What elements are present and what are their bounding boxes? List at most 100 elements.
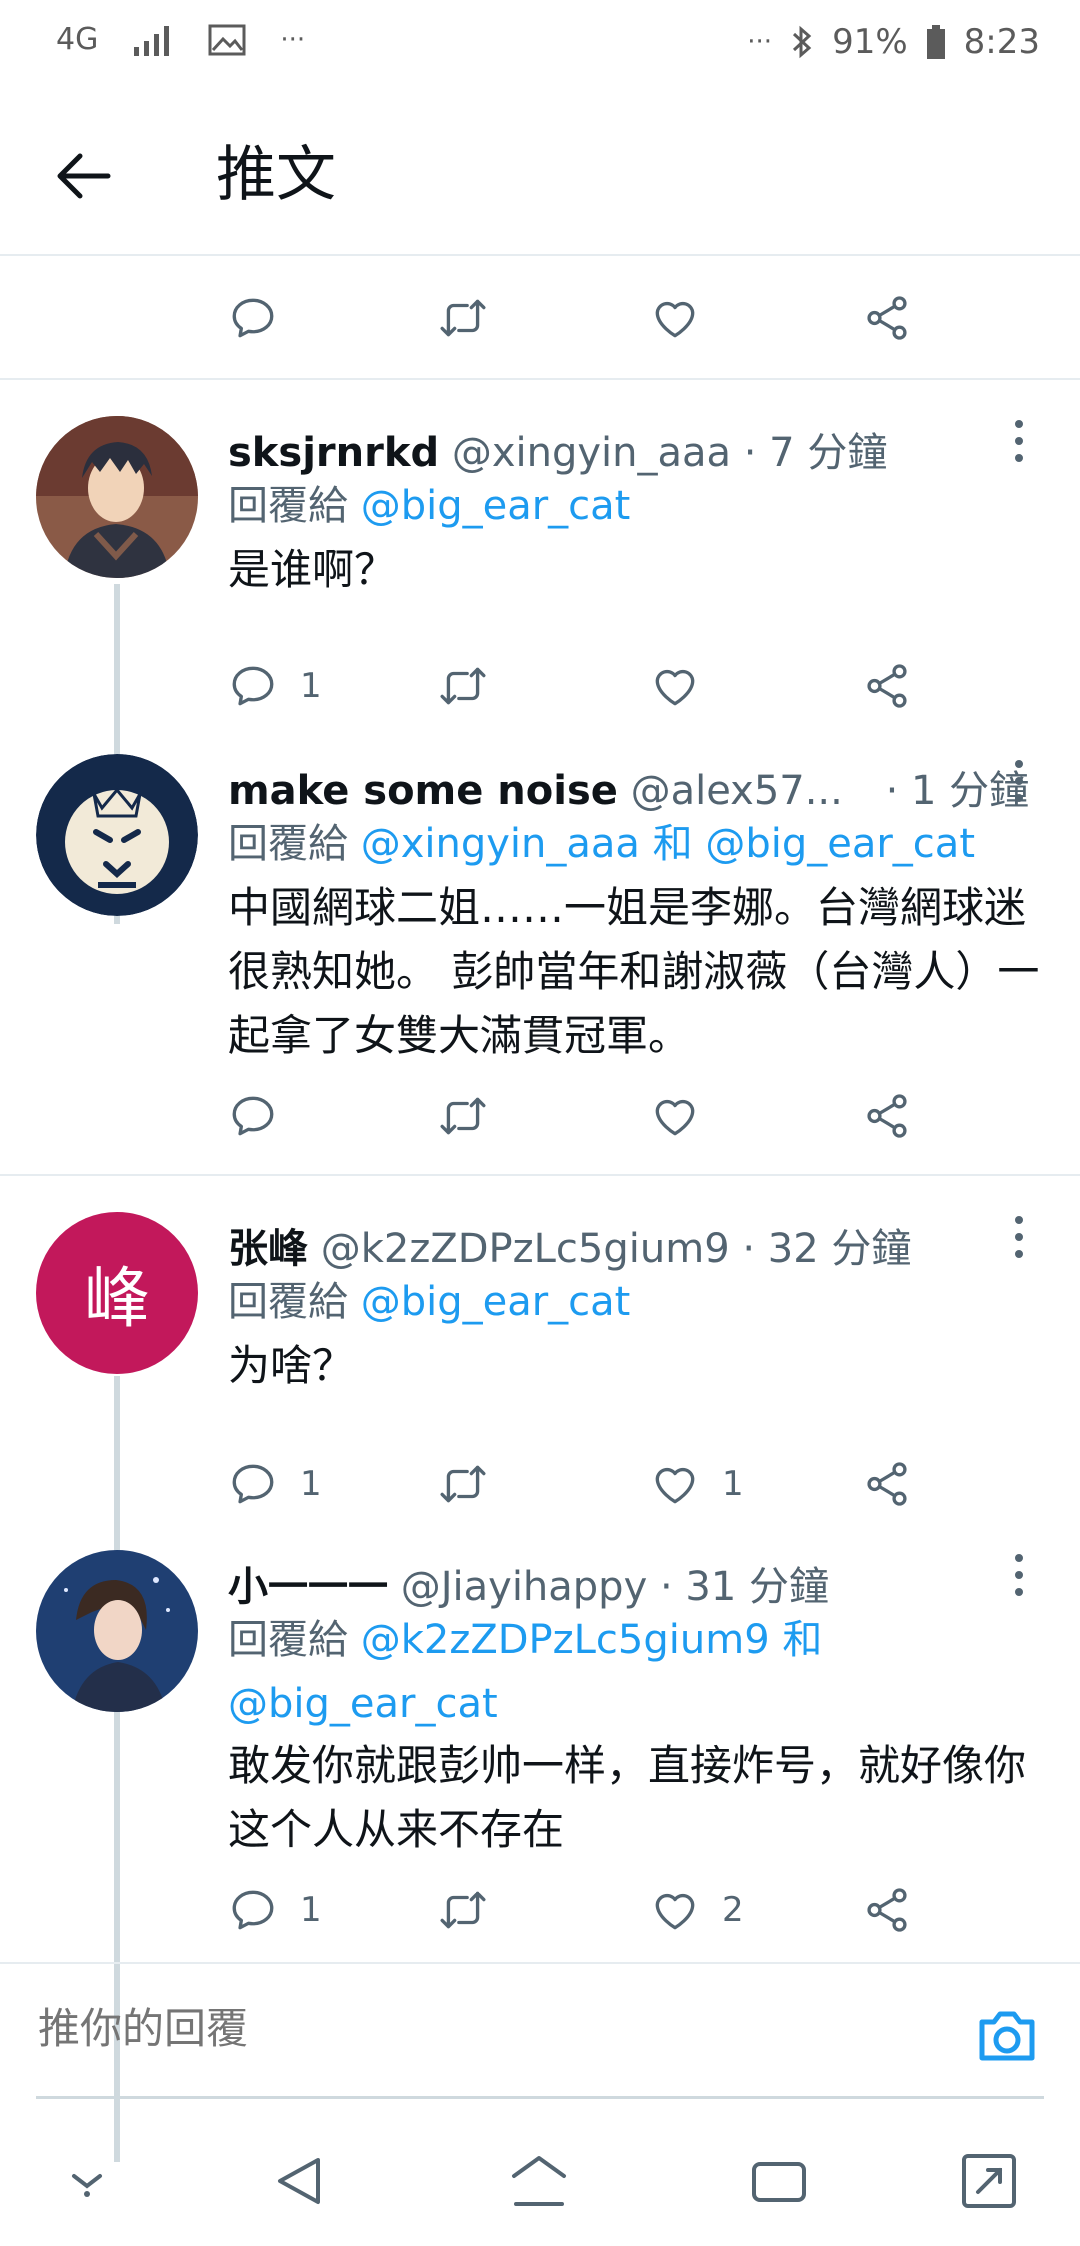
retweet-icon: [440, 667, 486, 705]
timestamp: · 32 分鐘: [742, 1226, 912, 1272]
reply-button[interactable]: 1: [228, 1454, 322, 1514]
nav-back-button[interactable]: [266, 2146, 336, 2216]
rotate-icon: [962, 2154, 1016, 2208]
hide-keyboard-button[interactable]: [52, 2146, 122, 2216]
more-vertical-icon: [1015, 1554, 1023, 1596]
replying-to: 回覆給 @xingyin_aaa 和 @big_ear_cat: [228, 812, 1048, 876]
retweet-icon: [440, 299, 486, 337]
share-icon: [867, 1888, 907, 1932]
retweet-button[interactable]: [438, 1086, 488, 1146]
mention-link[interactable]: @xingyin_aaa 和 @big_ear_cat: [361, 821, 975, 867]
avatar-image: [36, 754, 198, 916]
camera-button[interactable]: [972, 2000, 1042, 2070]
like-button[interactable]: 1: [650, 1454, 744, 1514]
share-button[interactable]: [862, 1880, 912, 1940]
avatar[interactable]: 峰: [36, 1212, 198, 1374]
more-options-button[interactable]: [1004, 756, 1034, 806]
tweet-text: 是谁啊？: [228, 545, 397, 594]
more-vertical-icon: [1015, 1216, 1023, 1258]
like-button[interactable]: 2: [650, 1880, 744, 1940]
rotate-screen-button[interactable]: [954, 2146, 1024, 2216]
reply-prefix: 回覆給: [228, 821, 348, 867]
display-name[interactable]: 小一一一: [228, 1564, 388, 1610]
reply-count: 1: [300, 666, 322, 706]
timestamp: · 7 分鐘: [743, 430, 888, 476]
battery-percent: 91%: [832, 22, 908, 62]
user-handle[interactable]: @xingyin_aaa: [452, 430, 731, 476]
reply-icon: [232, 1096, 274, 1136]
reply-icon: [232, 666, 274, 706]
reply-icon: [232, 1464, 274, 1504]
heart-icon: [655, 1467, 695, 1504]
nav-home-button[interactable]: [504, 2146, 574, 2216]
share-button[interactable]: [862, 1086, 912, 1146]
mention-link[interactable]: @big_ear_cat: [361, 483, 631, 529]
system-nav-bar: [0, 2110, 1080, 2246]
reply-button[interactable]: [228, 288, 278, 348]
heart-icon: [655, 669, 695, 706]
more-vertical-icon: [1015, 760, 1023, 802]
display-name[interactable]: make some noise: [228, 768, 618, 814]
avatar[interactable]: [36, 1550, 198, 1712]
share-icon: [867, 1094, 907, 1138]
tweet-text: 中國網球二姐……一姐是李娜。台灣網球迷很熟知她。 彭帥當年和謝淑薇（台灣人）一起…: [228, 883, 1040, 1060]
network-type: 4G: [56, 22, 99, 57]
battery-icon: [926, 25, 945, 59]
heart-icon: [655, 1893, 695, 1930]
replying-to: 回覆給 @big_ear_cat: [228, 474, 1048, 538]
arrow-left-icon: [57, 153, 111, 199]
heart-icon: [655, 1099, 695, 1136]
tweet-text: 为啥？: [228, 1341, 355, 1390]
retweet-button[interactable]: [438, 1880, 488, 1940]
user-handle[interactable]: @alex57...: [631, 768, 843, 814]
share-button[interactable]: [862, 1454, 912, 1514]
status-bar: 4G ··· ··· 91% 8:23: [0, 0, 1080, 90]
user-handle[interactable]: @Jiayihappy: [401, 1564, 648, 1610]
share-button[interactable]: [862, 656, 912, 716]
share-button[interactable]: [862, 288, 912, 348]
like-button[interactable]: [650, 1086, 700, 1146]
nav-recents-button[interactable]: [744, 2146, 814, 2216]
tweet-reply-3[interactable]: 峰 张峰 @k2zZDPzLc5gium9 · 32 分鐘 回覆給 @big_e…: [0, 1176, 1080, 2162]
retweet-button[interactable]: [438, 1454, 488, 1514]
reply-composer: [0, 1962, 1080, 2098]
chevron-down-icon: [72, 2174, 102, 2197]
like-button[interactable]: [650, 288, 700, 348]
reply-count: 1: [300, 1890, 322, 1930]
recents-icon: [752, 2162, 806, 2202]
reply-button[interactable]: 1: [228, 656, 322, 716]
mention-link[interactable]: @big_ear_cat: [361, 1279, 631, 1325]
avatar[interactable]: [36, 754, 198, 916]
reply-prefix: 回覆給: [228, 1279, 348, 1325]
back-button[interactable]: [48, 140, 120, 212]
retweet-icon: [440, 1465, 486, 1503]
retweet-icon: [440, 1891, 486, 1929]
retweet-icon: [440, 1097, 486, 1135]
retweet-button[interactable]: [438, 288, 488, 348]
status-dots-left: ···: [280, 24, 306, 55]
like-button[interactable]: [650, 656, 700, 716]
display-name[interactable]: sksjrnrkd: [228, 430, 439, 476]
reply-count: 1: [300, 1464, 322, 1504]
retweet-button[interactable]: [438, 656, 488, 716]
reply-button[interactable]: [228, 1086, 278, 1146]
more-options-button[interactable]: [1004, 416, 1034, 466]
user-handle[interactable]: @k2zZDPzLc5gium9: [321, 1226, 730, 1272]
tweet-reply-4[interactable]: 小一一一 @Jiayihappy · 31 分鐘 回覆給 @k2zZDPzLc5…: [0, 1516, 1080, 1962]
more-options-button[interactable]: [1004, 1212, 1034, 1262]
share-icon: [867, 1462, 907, 1506]
display-name[interactable]: 张峰: [228, 1226, 308, 1272]
reply-input[interactable]: [36, 2004, 840, 2054]
tweet-text: 敢发你就跟彭帅一样，直接炸号，就好像你这个人从来不存在: [228, 1741, 1027, 1854]
tweet-reply-2[interactable]: make some noise @alex57... · 1 分鐘 回覆給 @x…: [0, 720, 1080, 1170]
heart-icon: [655, 301, 695, 338]
top-app-bar: 推文: [0, 90, 1080, 256]
reply-button[interactable]: 1: [228, 1880, 322, 1940]
avatar-image: [36, 1550, 198, 1712]
more-options-button[interactable]: [1004, 1550, 1034, 1600]
reply-icon: [232, 298, 274, 338]
more-vertical-icon: [1015, 420, 1023, 462]
avatar-initial: 峰: [84, 1260, 150, 1337]
avatar[interactable]: [36, 416, 198, 578]
replying-to: 回覆給 @k2zZDPzLc5gium9 和 @big_ear_cat: [228, 1608, 888, 1736]
